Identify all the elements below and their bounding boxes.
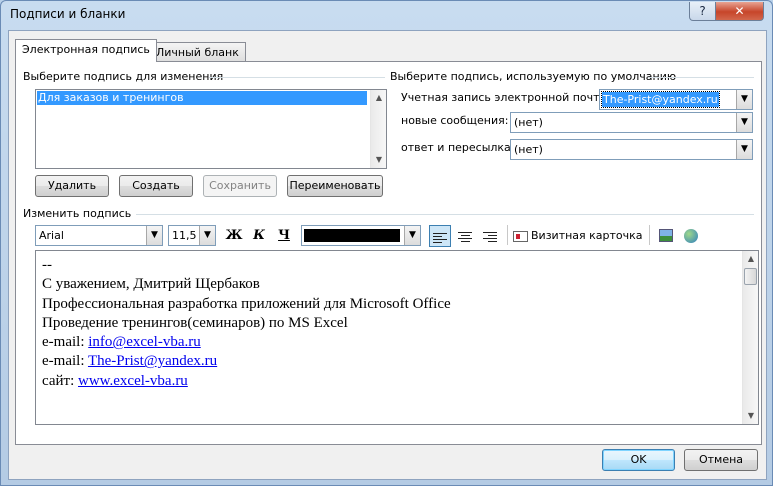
chevron-down-icon[interactable]: ▼	[736, 90, 752, 109]
bold-icon: Ж	[225, 228, 243, 243]
picture-icon	[659, 229, 673, 242]
chevron-down-icon[interactable]: ▼	[404, 226, 420, 245]
align-right-button[interactable]	[479, 225, 501, 247]
chevron-down-icon[interactable]: ▼	[736, 140, 752, 159]
email-link[interactable]: The-Prist@yandex.ru	[88, 353, 217, 369]
editor-scrollbar[interactable]: ▲ ▼	[742, 251, 758, 424]
cancel-button[interactable]: Отмена	[684, 449, 758, 471]
window-title: Подписи и бланки	[10, 7, 126, 21]
dialog-client-area: Электронная подпись Личный бланк Выберит…	[8, 30, 767, 480]
email-link[interactable]: info@excel-vba.ru	[88, 334, 201, 350]
insert-picture-button[interactable]	[655, 225, 677, 247]
chevron-down-icon[interactable]: ▼	[736, 113, 752, 132]
site-prefix: сайт:	[42, 372, 78, 389]
align-center-icon	[458, 232, 472, 242]
select-signature-label: Выберите подпись для изменения	[23, 70, 224, 83]
default-signature-label: Выберите подпись, используемую по умолча…	[390, 70, 677, 83]
toolbar-separator	[649, 225, 650, 245]
italic-button[interactable]: К	[248, 225, 270, 247]
email-prefix: e-mail:	[42, 334, 89, 351]
group-divider	[136, 214, 754, 215]
create-signature-button[interactable]: Создать	[119, 175, 193, 197]
signature-text[interactable]: -- С уважением, Дмитрий Щербаков Професс…	[42, 256, 451, 391]
hyperlink-globe-icon	[684, 229, 698, 243]
email-account-select[interactable]: The-Prist@yandex.ru ▼	[599, 89, 753, 110]
close-button[interactable]: ✕	[715, 2, 764, 21]
align-left-button[interactable]	[429, 225, 451, 247]
business-card-label: Визитная карточка	[531, 229, 643, 242]
tab-email-signature[interactable]: Электронная подпись	[15, 39, 157, 62]
save-signature-button[interactable]: Сохранить	[203, 175, 277, 197]
italic-icon: К	[253, 228, 265, 243]
insert-hyperlink-button[interactable]	[680, 225, 702, 247]
signatures-dialog: Подписи и бланки ? ✕ Электронная подпись…	[0, 0, 773, 486]
chevron-down-icon[interactable]: ▼	[199, 226, 215, 245]
title-bar: Подписи и бланки ? ✕	[1, 1, 772, 29]
signature-editor[interactable]: -- С уважением, Дмитрий Щербаков Професс…	[35, 250, 759, 425]
scroll-up-icon[interactable]: ▲	[743, 251, 759, 267]
new-messages-label: новые сообщения:	[401, 114, 509, 127]
reply-forward-value: (нет)	[514, 143, 543, 156]
business-card-icon	[513, 230, 528, 242]
reply-forward-label: ответ и пересылка:	[401, 141, 515, 154]
tab-panel-email-signature: Выберите подпись для изменения Для заказ…	[15, 61, 762, 445]
align-left-icon	[433, 233, 447, 243]
font-name-value: Arial	[39, 229, 64, 242]
scroll-thumb[interactable]	[744, 268, 757, 285]
signature-line: e-mail: info@excel-vba.ru	[42, 333, 451, 352]
scroll-up-icon[interactable]: ▲	[371, 90, 387, 106]
business-card-button[interactable]: Визитная карточка	[513, 225, 651, 247]
edit-signature-label: Изменить подпись	[23, 207, 132, 220]
signature-line: e-mail: The-Prist@yandex.ru	[42, 352, 451, 371]
font-name-select[interactable]: Arial ▼	[35, 225, 163, 246]
email-account-value: The-Prist@yandex.ru	[601, 91, 720, 108]
signature-line: Проведение тренингов(семинаров) по MS Ex…	[42, 314, 348, 331]
delete-signature-button[interactable]: Удалить	[35, 175, 109, 197]
close-icon: ✕	[734, 4, 745, 18]
toolbar-separator	[507, 225, 508, 245]
site-link[interactable]: www.excel-vba.ru	[78, 373, 188, 389]
align-right-icon	[483, 232, 497, 242]
tab-personal-stationery[interactable]: Личный бланк	[149, 42, 246, 63]
signature-list-item[interactable]: Для заказов и тренингов	[37, 91, 367, 105]
group-divider	[648, 77, 754, 78]
underline-icon: Ч	[278, 228, 290, 243]
font-color-swatch	[304, 229, 400, 242]
signature-line: Профессиональная разработка приложений д…	[42, 295, 451, 312]
signature-list[interactable]: Для заказов и тренингов ▲ ▼	[35, 89, 387, 169]
email-account-label: Учетная запись электронной почты:	[401, 91, 612, 104]
signature-list-scrollbar[interactable]: ▲ ▼	[370, 90, 386, 168]
new-messages-value: (нет)	[514, 116, 543, 129]
bold-button[interactable]: Ж	[223, 225, 245, 247]
rename-signature-button[interactable]: Переименовать	[287, 175, 383, 197]
ok-button[interactable]: OK	[602, 449, 675, 471]
tab-personal-stationery-label: Личный бланк	[156, 46, 239, 59]
scroll-down-icon[interactable]: ▼	[743, 408, 759, 424]
tab-email-signature-label: Электронная подпись	[22, 43, 150, 56]
align-center-button[interactable]	[454, 225, 476, 247]
font-size-select[interactable]: 11,5 ▼	[168, 225, 216, 246]
underline-button[interactable]: Ч	[273, 225, 295, 247]
font-color-select[interactable]: ▼	[301, 225, 421, 246]
help-button[interactable]: ?	[689, 2, 716, 21]
signature-line: --	[42, 257, 52, 273]
signature-line: сайт: www.excel-vba.ru	[42, 372, 451, 391]
group-divider	[209, 77, 385, 78]
chevron-down-icon[interactable]: ▼	[146, 226, 162, 245]
email-prefix: e-mail:	[42, 353, 88, 370]
signature-line: С уважением, Дмитрий Щербаков	[42, 276, 260, 293]
reply-forward-select[interactable]: (нет) ▼	[510, 139, 753, 160]
font-size-value: 11,5	[172, 229, 197, 242]
scroll-down-icon[interactable]: ▼	[371, 152, 387, 168]
new-messages-select[interactable]: (нет) ▼	[510, 112, 753, 133]
help-icon: ?	[699, 4, 706, 18]
